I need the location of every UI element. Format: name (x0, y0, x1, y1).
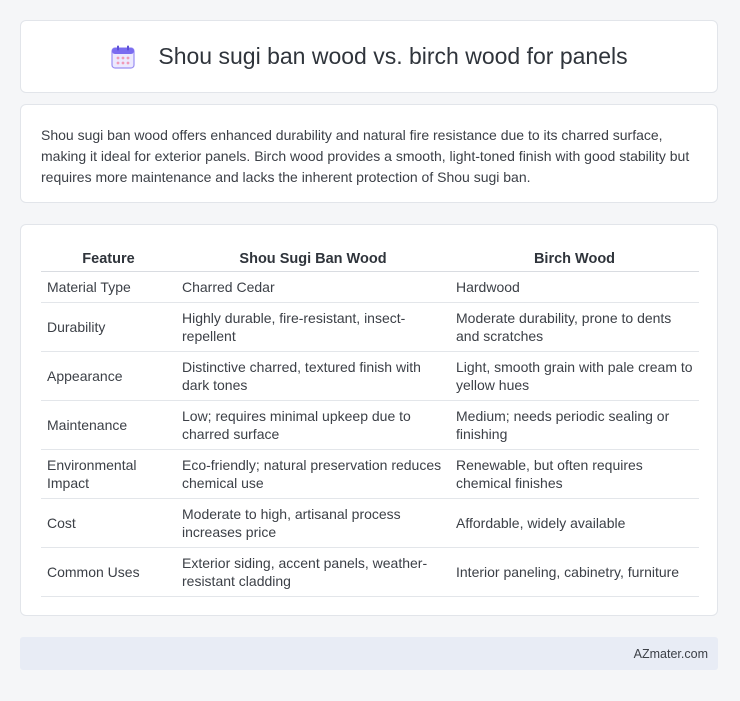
shou-sugi-ban-cell: Distinctive charred, textured finish wit… (176, 351, 450, 401)
feature-cell: Environmental Impact (41, 449, 176, 499)
shou-sugi-ban-cell: Highly durable, fire-resistant, insect-r… (176, 302, 450, 352)
comparison-card: Feature Shou Sugi Ban Wood Birch Wood Ma… (20, 224, 718, 616)
column-header-birch: Birch Wood (450, 245, 699, 272)
footer-site-link[interactable]: AZmater.com (634, 647, 708, 661)
column-header-feature: Feature (41, 245, 176, 272)
intro-card: Shou sugi ban wood offers enhanced durab… (20, 104, 718, 203)
shou-sugi-ban-cell: Exterior siding, accent panels, weather-… (176, 547, 450, 597)
table-row: Common Uses Exterior siding, accent pane… (41, 547, 699, 597)
table-row: Environmental Impact Eco-friendly; natur… (41, 449, 699, 499)
birch-cell: Light, smooth grain with pale cream to y… (450, 351, 699, 401)
feature-cell: Maintenance (41, 400, 176, 450)
calendar-icon (111, 45, 135, 69)
page-title: Shou sugi ban wood vs. birch wood for pa… (158, 43, 628, 69)
feature-cell: Material Type (41, 271, 176, 303)
column-header-shou-sugi-ban: Shou Sugi Ban Wood (176, 245, 450, 272)
title-card: Shou sugi ban wood vs. birch wood for pa… (20, 20, 718, 93)
shou-sugi-ban-cell: Moderate to high, artisanal process incr… (176, 498, 450, 548)
comparison-table: Feature Shou Sugi Ban Wood Birch Wood Ma… (41, 245, 699, 597)
table-row: Maintenance Low; requires minimal upkeep… (41, 400, 699, 450)
table-row: Cost Moderate to high, artisanal process… (41, 498, 699, 548)
feature-cell: Common Uses (41, 547, 176, 597)
birch-cell: Hardwood (450, 271, 699, 303)
birch-cell: Medium; needs periodic sealing or finish… (450, 400, 699, 450)
table-row: Material Type Charred Cedar Hardwood (41, 271, 699, 303)
shou-sugi-ban-cell: Low; requires minimal upkeep due to char… (176, 400, 450, 450)
feature-cell: Appearance (41, 351, 176, 401)
birch-cell: Affordable, widely available (450, 498, 699, 548)
feature-cell: Durability (41, 302, 176, 352)
table-row: Appearance Distinctive charred, textured… (41, 351, 699, 401)
feature-cell: Cost (41, 498, 176, 548)
birch-cell: Interior paneling, cabinetry, furniture (450, 547, 699, 597)
table-header-row: Feature Shou Sugi Ban Wood Birch Wood (41, 245, 699, 272)
birch-cell: Moderate durability, prone to dents and … (450, 302, 699, 352)
shou-sugi-ban-cell: Charred Cedar (176, 271, 450, 303)
birch-cell: Renewable, but often requires chemical f… (450, 449, 699, 499)
footer: AZmater.com (20, 637, 718, 670)
table-row: Durability Highly durable, fire-resistan… (41, 302, 699, 352)
intro-paragraph: Shou sugi ban wood offers enhanced durab… (41, 127, 690, 185)
shou-sugi-ban-cell: Eco-friendly; natural preservation reduc… (176, 449, 450, 499)
